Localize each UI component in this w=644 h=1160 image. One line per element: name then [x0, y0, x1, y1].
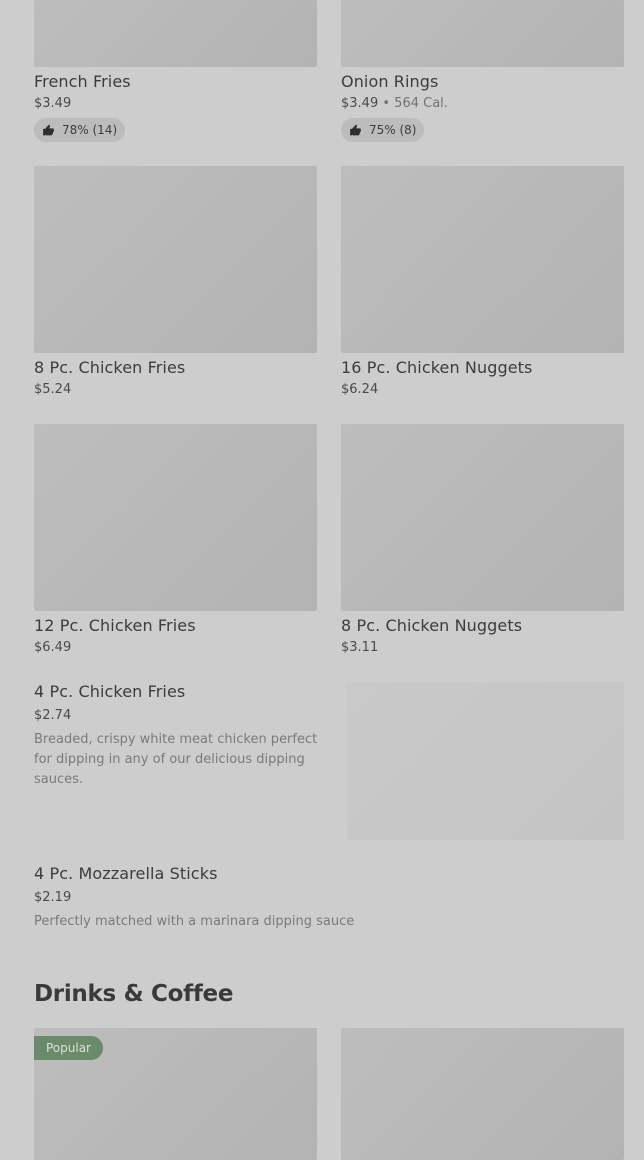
item-rating-onion-rings: 75% (8)	[341, 118, 425, 142]
rating-text: 78% (14)	[62, 123, 118, 137]
item-price-4pc-mozzarella-sticks: $2.19	[34, 890, 72, 905]
item-title-4pc-chicken-fries[interactable]: 4 Pc. Chicken Fries	[34, 682, 185, 701]
item-description-4pc-mozzarella-sticks: Perfectly matched with a marinara dippin…	[34, 914, 355, 929]
item-image-french-fries[interactable]	[34, 0, 317, 67]
item-title-8pc-chicken-fries[interactable]: 8 Pc. Chicken Fries	[34, 358, 185, 377]
calories: 564 Cal.	[394, 96, 448, 111]
price-value: $3.49	[341, 96, 379, 111]
item-title-french-fries[interactable]: French Fries	[34, 72, 131, 91]
item-price-16pc-chicken-nuggets: $6.24	[341, 382, 379, 397]
item-title-4pc-mozzarella-sticks[interactable]: 4 Pc. Mozzarella Sticks	[34, 864, 218, 883]
item-title-16pc-chicken-nuggets[interactable]: 16 Pc. Chicken Nuggets	[341, 358, 532, 377]
item-title-12pc-chicken-fries[interactable]: 12 Pc. Chicken Fries	[34, 616, 196, 635]
item-price-8pc-chicken-fries: $5.24	[34, 382, 72, 397]
rating-text: 75% (8)	[369, 123, 417, 137]
separator-dot: •	[382, 96, 395, 111]
item-title-8pc-chicken-nuggets[interactable]: 8 Pc. Chicken Nuggets	[341, 616, 522, 635]
item-price-12pc-chicken-fries: $6.49	[34, 640, 72, 655]
item-title-onion-rings[interactable]: Onion Rings	[341, 72, 439, 91]
thumbs-up-icon	[350, 124, 361, 135]
item-image-16pc-chicken-nuggets[interactable]	[341, 166, 624, 353]
section-title-drinks-coffee: Drinks & Coffee	[34, 981, 234, 1007]
item-rating-french-fries: 78% (14)	[34, 118, 126, 142]
item-image-12pc-chicken-fries[interactable]	[34, 424, 317, 611]
item-image-8pc-chicken-nuggets[interactable]	[341, 424, 624, 611]
item-price-8pc-chicken-nuggets: $3.11	[341, 640, 379, 655]
popular-badge: Popular	[34, 1036, 103, 1060]
item-price-4pc-chicken-fries: $2.74	[34, 708, 72, 723]
item-image-4pc-chicken-fries[interactable]	[347, 682, 624, 840]
item-description-4pc-chicken-fries: Breaded, crispy white meat chicken perfe…	[34, 732, 318, 787]
item-price-french-fries: $3.49	[34, 96, 72, 111]
item-image-onion-rings[interactable]	[341, 0, 624, 67]
thumbs-up-icon	[43, 124, 54, 135]
item-price-onion-rings: $3.49 • 564 Cal.	[341, 96, 448, 111]
item-image-drink-2[interactable]	[341, 1028, 624, 1160]
item-image-8pc-chicken-fries[interactable]	[34, 166, 317, 353]
